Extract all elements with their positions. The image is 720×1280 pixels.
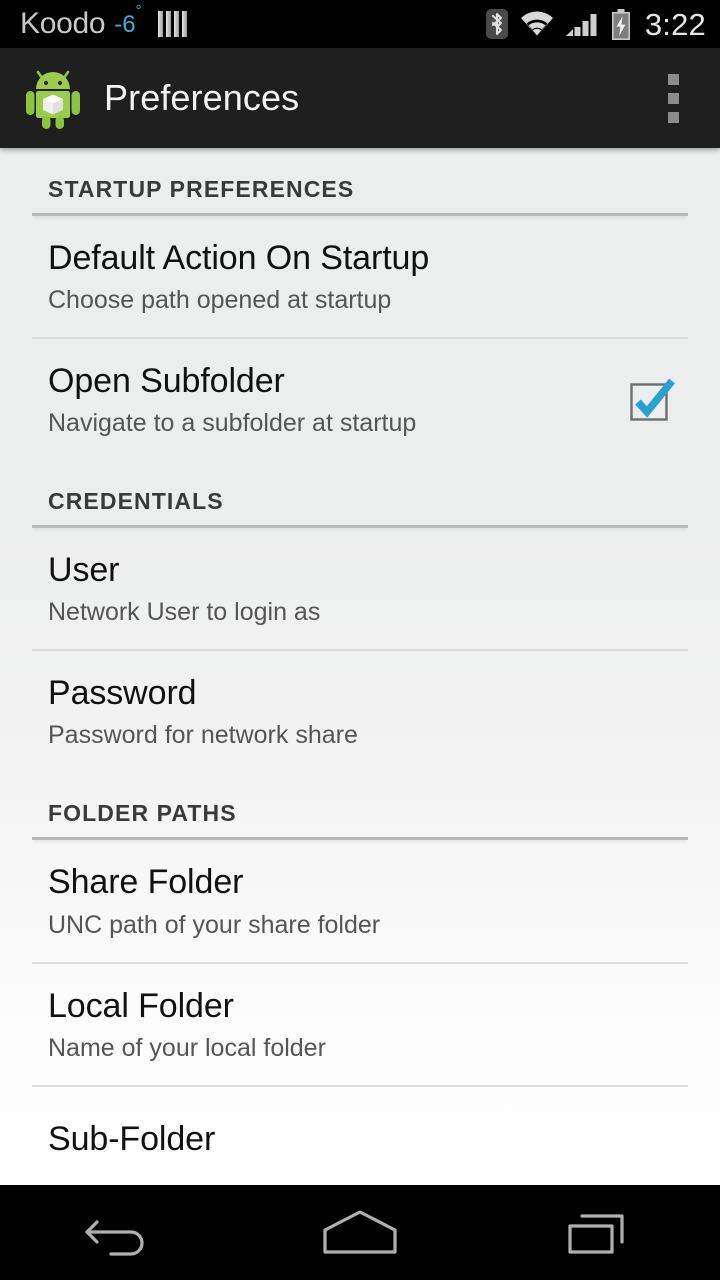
- preferences-list[interactable]: STARTUP PREFERENCES Default Action On St…: [0, 148, 720, 1185]
- recents-icon[interactable]: [525, 1185, 675, 1280]
- carrier-label: Koodo: [20, 7, 106, 40]
- pref-title: Local Folder: [48, 986, 234, 1025]
- pref-summary: Navigate to a subfolder at startup: [48, 409, 417, 438]
- section-header-folder-paths: FOLDER PATHS: [48, 800, 237, 827]
- wifi-icon: [520, 11, 553, 36]
- pref-title: Password: [48, 674, 197, 713]
- back-icon[interactable]: [45, 1185, 195, 1280]
- page-title: Preferences: [104, 77, 300, 118]
- pref-row-default-action-on-startup[interactable]: Default Action On Startup Choose path op…: [0, 216, 720, 337]
- pref-row-sub-folder[interactable]: Sub-Folder: [0, 1087, 720, 1185]
- status-bar-icons: 3:22: [485, 6, 706, 42]
- section-header-credentials: CREDENTIALS: [48, 488, 224, 515]
- pref-summary: Name of your local folder: [48, 1033, 326, 1062]
- pref-row-user[interactable]: User Network User to login as: [0, 528, 720, 649]
- navigation-bar: [0, 1185, 720, 1280]
- section-header-startup-preferences: STARTUP PREFERENCES: [48, 176, 355, 202]
- weather-bars-icon: [157, 11, 187, 37]
- pref-title: Share Folder: [48, 863, 244, 902]
- overflow-menu-icon[interactable]: [650, 60, 696, 136]
- pref-row-local-folder[interactable]: Local Folder Name of your local folder: [0, 964, 720, 1085]
- pref-text: Default Action On Startup Choose path op…: [48, 238, 688, 315]
- pref-summary: UNC path of your share folder: [48, 910, 381, 939]
- battery-charging-icon: [611, 8, 630, 40]
- pref-title: Sub-Folder: [48, 1119, 216, 1158]
- pref-text: Open Subfolder Navigate to a subfolder a…: [48, 361, 596, 438]
- home-icon[interactable]: [285, 1185, 435, 1280]
- temperature-label: -6°: [114, 1, 142, 38]
- open-subfolder-checkbox[interactable]: [614, 363, 688, 437]
- pref-summary: Password for network share: [48, 721, 358, 750]
- pref-text: Share Folder UNC path of your share fold…: [48, 862, 688, 939]
- pref-title: Default Action On Startup: [48, 239, 430, 277]
- pref-text: Password Password for network share: [48, 673, 688, 750]
- android-robot-icon: [26, 70, 80, 129]
- pref-summary: Network User to login as: [48, 598, 321, 627]
- status-bar: Koodo -6° 3:22: [0, 0, 720, 48]
- pref-title: Open Subfolder: [48, 362, 285, 401]
- pref-row-password[interactable]: Password Password for network share: [0, 651, 720, 772]
- pref-text: Sub-Folder: [48, 1119, 688, 1159]
- action-bar: Preferences: [0, 48, 720, 148]
- bluetooth-icon: [485, 9, 508, 39]
- pref-summary: Choose path opened at startup: [48, 286, 392, 315]
- cellular-signal-icon: [565, 14, 597, 36]
- pref-text: Local Folder Name of your local folder: [48, 986, 688, 1063]
- pref-text: User Network User to login as: [48, 550, 688, 627]
- clock-label: 3:22: [644, 6, 706, 42]
- pref-row-share-folder[interactable]: Share Folder UNC path of your share fold…: [0, 840, 720, 961]
- pref-row-open-subfolder[interactable]: Open Subfolder Navigate to a subfolder a…: [0, 339, 720, 460]
- pref-title: User: [48, 551, 120, 590]
